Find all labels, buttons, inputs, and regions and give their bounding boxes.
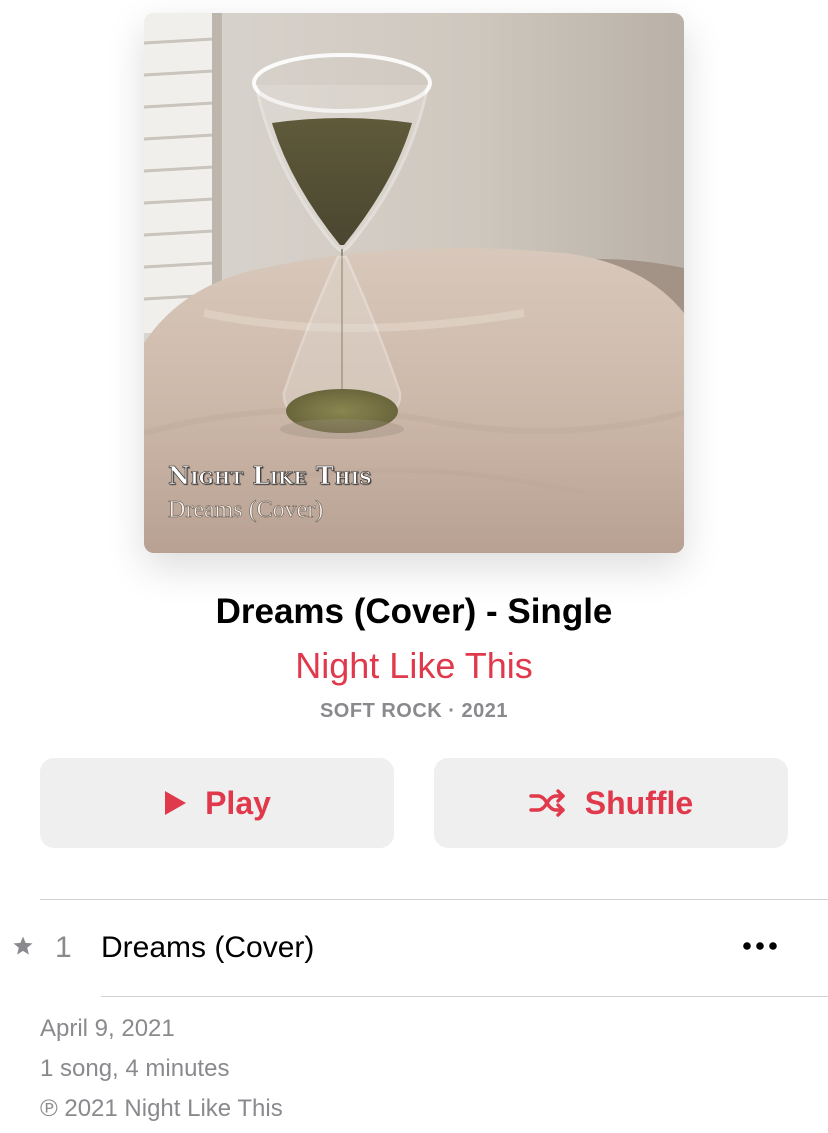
copyright-text: ℗ 2021 Night Like This [40,1095,283,1122]
play-icon [163,790,187,816]
divider [101,996,828,997]
ellipsis-icon[interactable] [740,936,780,956]
track-row[interactable]: 1 Dreams (Cover) [0,900,828,996]
track-number: 1 [55,931,72,964]
shuffle-icon [529,789,567,817]
album-summary: 1 song, 4 minutes [40,1055,230,1082]
album-page: Night Like This Dreams (Cover) Dreams (C… [0,0,828,1133]
album-genre-year: SOFT ROCK · 2021 [319,700,509,722]
album-artwork[interactable]: Night Like This Dreams (Cover) [144,13,684,553]
artwork-artist-text: Night Like This [168,461,373,491]
album-artist-link[interactable]: Night Like This [0,645,828,687]
shuffle-button[interactable]: Shuffle [434,758,788,848]
shuffle-button-label: Shuffle [584,784,694,821]
play-button[interactable]: Play [40,758,394,848]
play-button-label: Play [205,784,271,821]
release-date: April 9, 2021 [40,1015,175,1042]
album-title: Dreams (Cover) - Single [215,592,613,631]
track-title: Dreams (Cover) [101,931,315,964]
artwork-title-text: Dreams (Cover) [168,497,324,524]
star-icon [11,934,35,958]
